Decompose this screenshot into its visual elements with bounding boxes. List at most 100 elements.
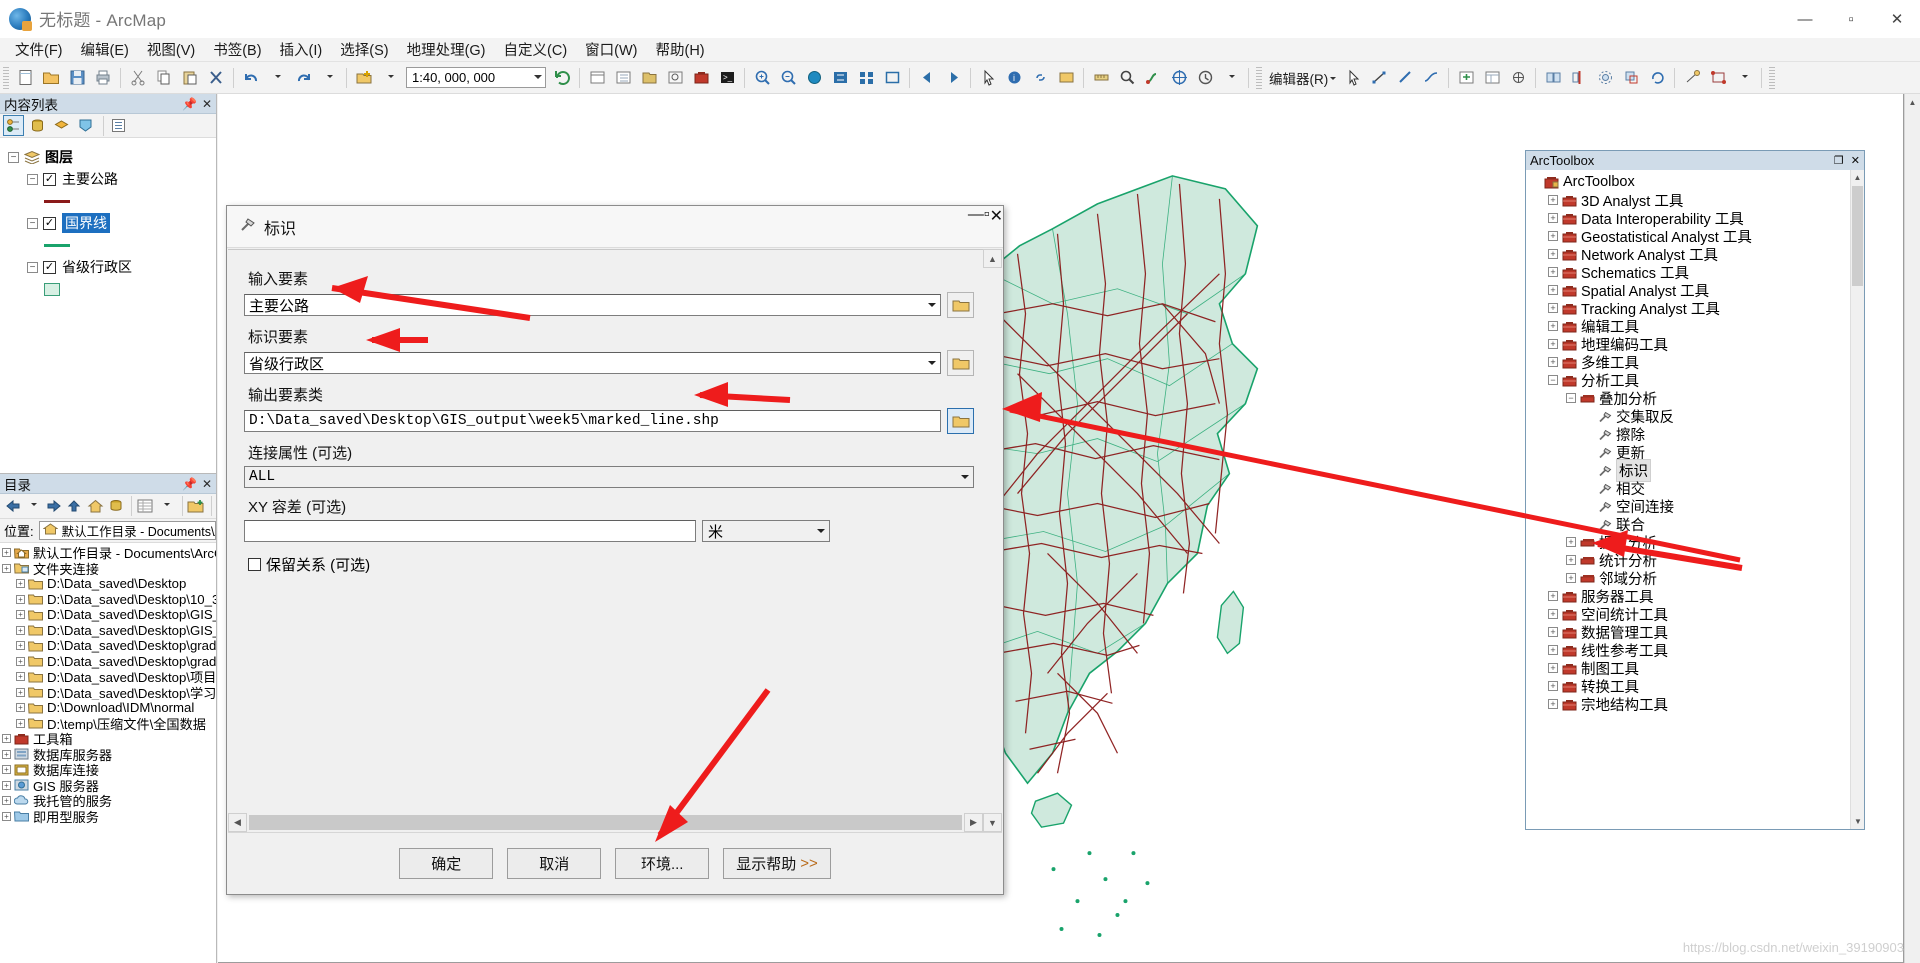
pan-icon[interactable] — [802, 66, 826, 90]
trace-icon[interactable] — [1419, 66, 1443, 90]
maximize-button[interactable]: ▫ — [1828, 0, 1874, 38]
editor-menu-button[interactable]: 编辑器(R) — [1265, 68, 1340, 88]
arctoolbox-item[interactable]: + Network Analyst 工具 — [1526, 245, 1850, 264]
expand-icon[interactable]: + — [1548, 267, 1558, 277]
go-back-extent-icon[interactable] — [915, 66, 939, 90]
join-attributes-combo[interactable]: ALL — [244, 466, 974, 488]
expand-icon[interactable]: + — [1548, 285, 1558, 295]
html-popup-icon[interactable] — [1054, 66, 1078, 90]
arctoolbox-item[interactable]: + 提取分析 — [1526, 533, 1850, 552]
show-help-button[interactable]: 显示帮助 >> — [723, 847, 831, 879]
arctoolbox-item[interactable]: + 转换工具 — [1526, 677, 1850, 696]
view-dropdown-icon[interactable] — [157, 496, 175, 517]
list-by-drawing-order-icon[interactable] — [3, 115, 24, 136]
scroll-down-icon[interactable]: ▼ — [983, 813, 1002, 832]
toc-layer-row-0[interactable]: − ✓ 主要公路 — [0, 168, 216, 190]
home-icon[interactable] — [86, 496, 104, 517]
arctoolbox-item[interactable]: + 统计分析 — [1526, 551, 1850, 570]
arctoolbox-item[interactable]: + Data Interoperability 工具 — [1526, 209, 1850, 228]
straight-segment-icon[interactable] — [1393, 66, 1417, 90]
dialog-minimize-button[interactable]: — — [968, 206, 984, 248]
menu-item-insert[interactable]: 插入(I) — [271, 37, 332, 62]
arctoolbox-item[interactable]: + 制图工具 — [1526, 659, 1850, 678]
catalog-item[interactable]: + 我托管的服务 — [0, 793, 216, 809]
arctoolbox-item[interactable]: + 邻域分析 — [1526, 569, 1850, 588]
dialog-horizontal-scrollbar[interactable]: ◀ ▶ — [228, 812, 983, 832]
identity-features-combo[interactable]: 省级行政区 — [244, 352, 941, 374]
editor-toolbar-icon[interactable] — [585, 66, 609, 90]
arctoolbox-item[interactable]: + Tracking Analyst 工具 — [1526, 299, 1850, 318]
paste-icon[interactable] — [178, 66, 202, 90]
forward-icon[interactable] — [45, 496, 63, 517]
cut-icon[interactable] — [126, 66, 150, 90]
scroll-up-icon[interactable]: ▲ — [983, 249, 1002, 268]
expand-icon[interactable]: + — [1548, 321, 1558, 331]
identity-features-browse-button[interactable] — [947, 350, 974, 376]
list-by-source-icon[interactable] — [27, 115, 48, 136]
undo-dropdown-icon[interactable] — [265, 66, 289, 90]
editor-overflow-icon[interactable] — [1732, 66, 1756, 90]
split-icon[interactable] — [1567, 66, 1591, 90]
arctoolbox-item[interactable]: + Schematics 工具 — [1526, 263, 1850, 282]
expand-icon[interactable]: + — [2, 548, 11, 558]
arctoolbox-item[interactable]: + Geostatistical Analyst 工具 — [1526, 227, 1850, 246]
arctoolbox-item[interactable]: + 空间统计工具 — [1526, 605, 1850, 624]
pin-icon[interactable]: 📌 — [182, 97, 197, 111]
go-forward-extent-icon[interactable] — [941, 66, 965, 90]
ok-button[interactable]: 确定 — [399, 847, 494, 879]
cancel-button[interactable]: 取消 — [507, 847, 602, 879]
back-dropdown-icon[interactable] — [25, 496, 43, 517]
expand-icon[interactable]: + — [1548, 699, 1558, 709]
catalog-item[interactable]: + 数据库连接 — [0, 762, 216, 778]
expand-icon[interactable]: + — [1548, 249, 1558, 259]
go-to-xy-icon[interactable] — [1167, 66, 1191, 90]
save-icon[interactable] — [65, 66, 89, 90]
catalog-item[interactable]: + D:\Data_saved\Desktop\项目\1 — [0, 669, 216, 685]
copy-icon[interactable] — [152, 66, 176, 90]
catalog-item[interactable]: + D:\temp\压缩文件\全国数据 — [0, 716, 216, 731]
expand-icon[interactable]: + — [1548, 339, 1558, 349]
arctoolbox-item[interactable]: 相交 — [1526, 479, 1850, 498]
arctoolbox-item[interactable]: 交集取反 — [1526, 407, 1850, 426]
arctoolbox-item[interactable]: + 线性参考工具 — [1526, 641, 1850, 660]
expand-icon[interactable]: + — [1566, 573, 1576, 583]
menu-item-bookmarks[interactable]: 书签(B) — [204, 37, 270, 62]
zoom-out-icon[interactable] — [776, 66, 800, 90]
expand-icon[interactable]: + — [1548, 645, 1558, 655]
catalog-item[interactable]: + D:\Data_saved\Desktop\gradu — [0, 654, 216, 670]
layer-visibility-checkbox[interactable]: ✓ — [43, 172, 56, 186]
catalog-location-field[interactable]: 默认工作目录 - Documents\ArcGIS — [38, 521, 216, 540]
menu-item-selection[interactable]: 选择(S) — [331, 37, 397, 62]
map-vertical-scrollbar[interactable]: ▲ — [1904, 94, 1920, 963]
keep-relationships-checkbox[interactable] — [248, 558, 261, 571]
connect-to-folder-icon[interactable] — [187, 496, 205, 517]
identify-icon[interactable]: i — [1002, 66, 1026, 90]
catalog-item[interactable]: + D:\Download\IDM\normal — [0, 700, 216, 716]
toc-layer-row-2[interactable]: − ✓ 省级行政区 — [0, 256, 216, 278]
redo-dropdown-icon[interactable] — [317, 66, 341, 90]
output-feature-class-input[interactable]: D:\Data_saved\Desktop\GIS_output\week5\m… — [244, 410, 941, 432]
expand-icon[interactable]: + — [2, 749, 11, 759]
arctoolbox-item[interactable]: ArcToolbox — [1526, 173, 1850, 191]
toolbar-overflow-icon[interactable] — [1219, 66, 1243, 90]
redo-icon[interactable] — [291, 66, 315, 90]
expand-icon[interactable]: + — [16, 672, 25, 682]
sketch-properties-icon[interactable] — [1506, 66, 1530, 90]
list-by-selection-icon[interactable] — [75, 115, 96, 136]
back-icon[interactable] — [4, 496, 22, 517]
find-icon[interactable] — [1115, 66, 1139, 90]
catalog-item[interactable]: + D:\Data_saved\Desktop\10_3 — [0, 592, 216, 608]
arctoolbox-item[interactable]: 空间连接 — [1526, 497, 1850, 516]
scrollbar-thumb[interactable] — [1852, 186, 1863, 286]
collapse-icon[interactable]: − — [27, 173, 38, 185]
collapse-icon[interactable]: − — [27, 217, 38, 229]
catalog-item[interactable]: + GIS 服务器 — [0, 778, 216, 793]
expand-icon[interactable]: + — [1548, 195, 1558, 205]
default-geodatabase-icon[interactable] — [107, 496, 125, 517]
scroll-up-icon[interactable]: ▲ — [1905, 94, 1920, 110]
merge-icon[interactable] — [1541, 66, 1565, 90]
fixed-zoom-in-icon[interactable] — [854, 66, 878, 90]
undo-icon[interactable] — [239, 66, 263, 90]
arctoolbox-item[interactable]: + 编辑工具 — [1526, 317, 1850, 336]
expand-icon[interactable]: + — [16, 718, 25, 728]
